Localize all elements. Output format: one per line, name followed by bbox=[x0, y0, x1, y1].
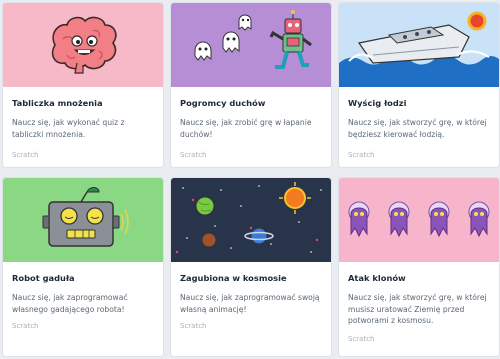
card-description: Naucz się, jak zrobić grę w łapanie duch… bbox=[180, 118, 312, 139]
tutorial-card-boat-race[interactable]: Wyścig łodzi Naucz się, jak stworzyć grę… bbox=[339, 3, 499, 167]
boat-on-waves-icon bbox=[339, 3, 499, 87]
card-thumbnail bbox=[171, 178, 331, 262]
tutorial-card-lost-in-space[interactable]: Zagubiona w kosmosie Naucz się, jak zapr… bbox=[171, 178, 331, 356]
tutorial-card-ghostbusters[interactable]: Pogromcy duchów Naucz się, jak zrobić gr… bbox=[171, 3, 331, 167]
card-tag: Scratch bbox=[180, 322, 207, 330]
card-title: Tabliczka mnożenia bbox=[12, 98, 103, 108]
card-thumbnail bbox=[3, 178, 163, 262]
card-tag: Scratch bbox=[180, 151, 207, 159]
tutorial-card-multiplication[interactable]: Tabliczka mnożenia Naucz się, jak wykona… bbox=[3, 3, 163, 167]
brain-character-icon bbox=[3, 3, 163, 87]
card-title: Wyścig łodzi bbox=[348, 98, 407, 108]
card-tag: Scratch bbox=[12, 151, 39, 159]
alien-clones-icon bbox=[339, 178, 499, 262]
card-tag: Scratch bbox=[348, 151, 375, 159]
card-thumbnail bbox=[339, 178, 499, 262]
card-thumbnail bbox=[171, 3, 331, 87]
tutorial-card-grid: Tabliczka mnożenia Naucz się, jak wykona… bbox=[0, 0, 500, 359]
card-title: Robot gaduła bbox=[12, 273, 75, 283]
card-description: Naucz się, jak stworzyć grę, w której bę… bbox=[348, 118, 487, 139]
card-thumbnail bbox=[3, 3, 163, 87]
card-description: Naucz się, jak wykonać quiz z tabliczki … bbox=[12, 118, 125, 139]
card-title: Atak klonów bbox=[348, 273, 406, 283]
card-tag: Scratch bbox=[12, 322, 39, 330]
card-tag: Scratch bbox=[348, 335, 375, 343]
card-description: Naucz się, jak stworzyć grę, w której mu… bbox=[348, 293, 487, 325]
card-title: Zagubiona w kosmosie bbox=[180, 273, 287, 283]
tutorial-card-talking-robot[interactable]: Robot gaduła Naucz się, jak zaprogramowa… bbox=[3, 178, 163, 356]
card-thumbnail bbox=[339, 3, 499, 87]
card-description: Naucz się, jak zaprogramować własnego ga… bbox=[12, 293, 128, 314]
space-planets-icon bbox=[171, 178, 331, 262]
card-title: Pogromcy duchów bbox=[180, 98, 266, 108]
ghosts-and-robot-icon bbox=[171, 3, 331, 87]
talking-robot-icon bbox=[3, 178, 163, 262]
tutorial-card-clone-attack[interactable]: Atak klonów Naucz się, jak stworzyć grę,… bbox=[339, 178, 499, 356]
card-description: Naucz się, jak zaprogramować swoją własn… bbox=[180, 293, 320, 314]
